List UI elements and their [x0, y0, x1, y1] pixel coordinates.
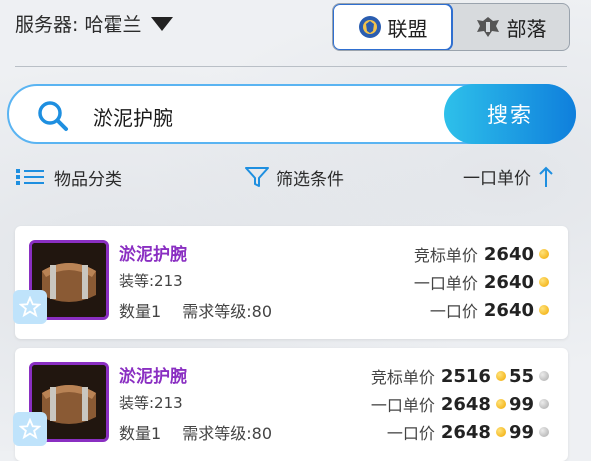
gold-coin-icon	[495, 427, 506, 437]
star-icon	[19, 418, 41, 440]
gold-coin-icon	[495, 371, 506, 381]
silver-coin-icon	[539, 427, 549, 437]
search-bar: 淤泥护腕 搜索	[7, 84, 576, 144]
gold-coin-icon	[495, 399, 506, 409]
item-level: 装等:213	[119, 394, 183, 412]
item-name: 淤泥护腕	[119, 245, 187, 265]
item-quantity: 数量1	[119, 302, 162, 321]
buyout-price-row: 一口价 2648 99	[371, 418, 552, 446]
top-bar: 服务器: 哈霍兰 联盟 部落	[0, 0, 591, 66]
item-quantity: 数量1	[119, 424, 162, 443]
conditions-filter[interactable]: 筛选条件	[244, 164, 344, 190]
buyout-unit-gold: 2648	[440, 393, 491, 415]
category-filter[interactable]: 物品分类	[14, 164, 122, 190]
gold-coin-icon	[539, 277, 549, 287]
search-input[interactable]: 淤泥护腕	[93, 102, 173, 131]
faction-toggle: 联盟 部落	[332, 3, 570, 51]
buyout-silver: 99	[508, 421, 534, 443]
silver-coin-icon	[539, 399, 549, 409]
item-level: 装等:213	[119, 272, 183, 290]
funnel-icon	[245, 167, 269, 187]
item-required-level: 需求等级:80	[182, 424, 273, 443]
bid-label: 竞标单价	[370, 368, 435, 387]
sort-toggle[interactable]: 一口单价	[463, 164, 555, 189]
bid-gold: 2640	[483, 243, 534, 265]
list-icon	[16, 169, 44, 185]
server-label: 服务器: 哈霍兰	[15, 14, 142, 36]
bid-price-row: 竞标单价 2516 55	[371, 362, 552, 390]
item-meta: 数量1 需求等级:80	[119, 420, 272, 444]
star-icon	[19, 296, 41, 318]
sort-label: 一口单价	[463, 169, 531, 189]
faction-alliance-label: 联盟	[387, 16, 428, 41]
buyout-unit-gold: 2640	[483, 271, 534, 293]
buyout-unit-price-row: 一口单价 2640	[414, 268, 552, 296]
header-divider	[15, 66, 567, 67]
item-name: 淤泥护腕	[119, 367, 187, 387]
buyout-label: 一口价	[429, 302, 478, 321]
horde-crest-icon	[476, 17, 499, 37]
faction-horde-label: 部落	[506, 16, 547, 41]
buyout-unit-label: 一口单价	[413, 274, 478, 293]
buyout-price-row: 一口价 2640	[414, 296, 552, 324]
faction-alliance-button[interactable]: 联盟	[333, 4, 453, 50]
bid-price-row: 竞标单价 2640	[414, 240, 552, 268]
buyout-gold: 2640	[483, 299, 534, 321]
bid-gold: 2516	[440, 365, 491, 387]
buyout-label: 一口价	[386, 424, 435, 443]
gold-coin-icon	[539, 305, 549, 315]
favorite-button[interactable]	[13, 290, 47, 324]
alliance-crest-icon	[358, 16, 381, 38]
server-selector[interactable]: 服务器: 哈霍兰	[15, 10, 174, 37]
item-meta: 数量1 需求等级:80	[119, 298, 272, 322]
silver-coin-icon	[539, 371, 549, 381]
search-button[interactable]: 搜索	[444, 84, 576, 144]
buyout-unit-label: 一口单价	[370, 396, 435, 415]
auction-item-card[interactable]: 淤泥护腕 装等:213 数量1 需求等级:80 竞标单价 2516 55 一口单…	[13, 348, 568, 461]
gold-coin-icon	[539, 249, 549, 259]
buyout-unit-silver: 99	[508, 393, 534, 415]
buyout-gold: 2648	[440, 421, 491, 443]
price-block: 竞标单价 2640 一口单价 2640 一口价 2640	[414, 240, 552, 324]
category-label: 物品分类	[54, 169, 122, 190]
buyout-unit-price-row: 一口单价 2648 99	[371, 390, 552, 418]
item-required-level: 需求等级:80	[182, 302, 273, 321]
conditions-label: 筛选条件	[276, 169, 344, 190]
caret-down-icon	[151, 16, 174, 31]
filter-bar: 物品分类 筛选条件 一口单价	[0, 164, 591, 194]
favorite-button[interactable]	[13, 412, 47, 446]
price-block: 竞标单价 2516 55 一口单价 2648 99 一口价 2648 99	[371, 362, 552, 446]
arrow-up-icon	[539, 166, 553, 187]
faction-horde-button[interactable]: 部落	[452, 4, 569, 50]
bid-label: 竞标单价	[413, 246, 478, 265]
search-icon	[38, 101, 68, 131]
bid-silver: 55	[508, 365, 534, 387]
auction-item-card[interactable]: 淤泥护腕 装等:213 数量1 需求等级:80 竞标单价 2640 一口单价 2…	[13, 226, 568, 339]
